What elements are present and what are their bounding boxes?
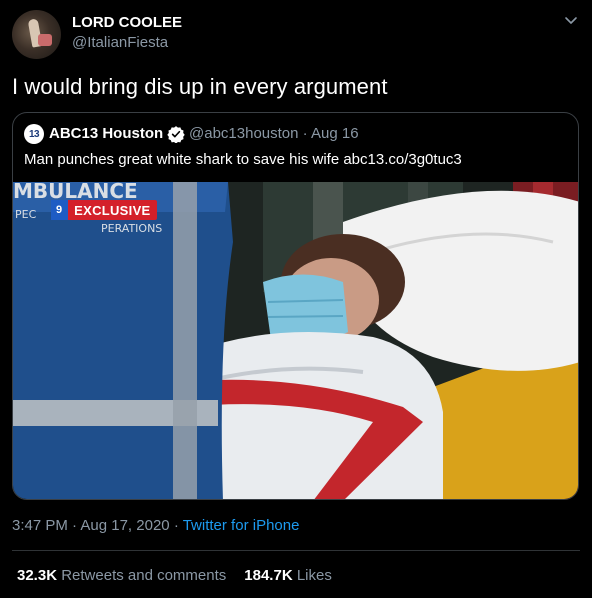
chevron-down-icon[interactable] xyxy=(563,12,579,28)
separator-dot: · xyxy=(302,125,308,142)
verified-icon xyxy=(167,126,185,143)
retweets-count: 32.3K xyxy=(17,567,58,584)
tweet-source-link[interactable]: Twitter for iPhone xyxy=(183,517,300,534)
tweet-date[interactable]: Aug 17, 2020 xyxy=(80,517,169,534)
likes-label: Likes xyxy=(296,567,332,584)
retweets-label: Retweets and comments xyxy=(61,567,227,584)
exclusive-badge: 9 EXCLUSIVE xyxy=(51,200,157,220)
retweets-stat[interactable]: 32.3K Retweets and comments xyxy=(17,567,226,584)
channel-9-logo: 9 xyxy=(51,200,69,220)
meta-dot-2: · xyxy=(173,517,179,534)
tweet-meta: 3:47 PM · Aug 17, 2020 · Twitter for iPh… xyxy=(12,517,299,534)
meta-dot: · xyxy=(72,517,78,534)
jacket-ops-text: PERATIONS xyxy=(101,222,162,235)
quoted-date[interactable]: Aug 16 xyxy=(311,125,359,142)
tweet-text: I would bring dis up in every argument xyxy=(12,74,388,99)
quoted-display-name[interactable]: ABC13 Houston xyxy=(49,125,163,142)
quoted-avatar-label: 13 xyxy=(28,128,40,140)
quoted-tweet-card[interactable]: 13 ABC13 Houston @abc13houston · Aug 16 … xyxy=(12,112,579,500)
jacket-subtext: PEC xyxy=(15,208,37,221)
author-handle[interactable]: @ItalianFiesta xyxy=(72,34,168,51)
likes-count: 184.7K xyxy=(244,567,293,584)
author-display-name[interactable]: LORD COOLEE xyxy=(72,14,182,31)
quoted-media-image[interactable]: MBULANCE PEC PERATIONS 9 EXCLUSIVE xyxy=(13,182,578,499)
author-avatar[interactable] xyxy=(12,10,61,59)
exclusive-label: EXCLUSIVE xyxy=(74,202,151,218)
tweet-time[interactable]: 3:47 PM xyxy=(12,517,68,534)
quoted-handle-line: @abc13houston · Aug 16 xyxy=(189,125,359,142)
quoted-handle[interactable]: @abc13houston xyxy=(189,125,298,142)
quoted-text: Man punches great white shark to save hi… xyxy=(24,151,462,168)
tweet-stats: 32.3K Retweets and comments 184.7K Likes xyxy=(17,567,332,584)
quoted-avatar[interactable]: 13 xyxy=(24,124,44,144)
media-scene: MBULANCE PEC PERATIONS xyxy=(13,182,578,499)
divider xyxy=(12,550,580,551)
likes-stat[interactable]: 184.7K Likes xyxy=(244,567,332,584)
avatar-figure-detail xyxy=(38,34,52,46)
